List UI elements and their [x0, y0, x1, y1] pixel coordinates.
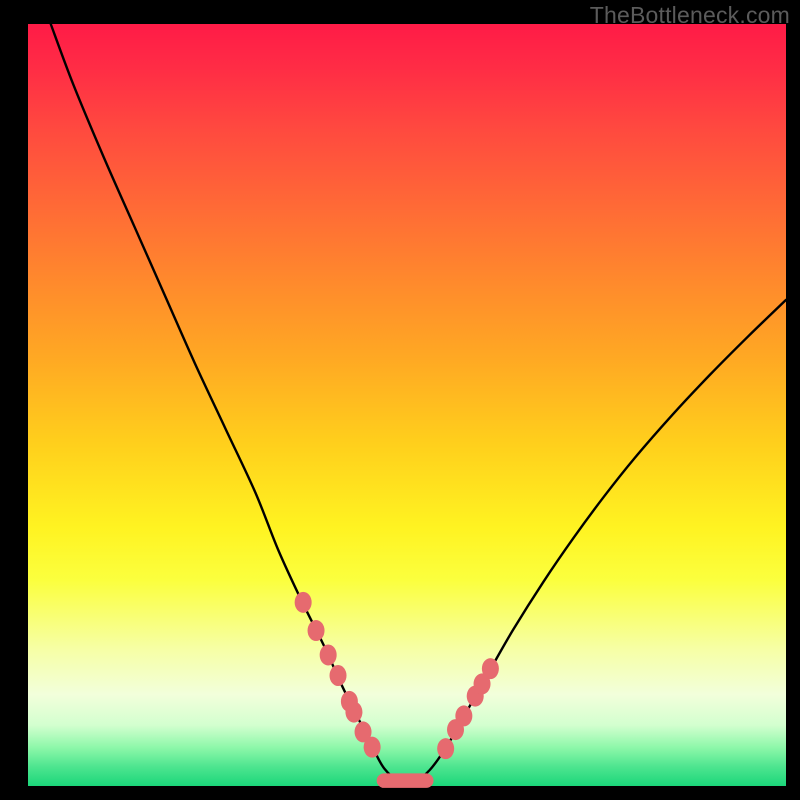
curve-path [51, 24, 786, 783]
marker-dot [437, 738, 454, 759]
outer-black-frame [14, 24, 786, 800]
marker-dot [330, 665, 347, 686]
marker-dot [295, 592, 312, 613]
chart-svg [28, 24, 786, 786]
left-branch-markers [295, 592, 381, 758]
marker-dot [482, 658, 499, 679]
right-branch-markers [437, 658, 499, 759]
marker-dot [364, 737, 381, 758]
marker-dot [455, 705, 472, 726]
bottleneck-curve [51, 24, 786, 783]
marker-dot [345, 702, 362, 723]
marker-dot [308, 620, 325, 641]
trough-bar [377, 773, 434, 787]
trough-bar-rect [377, 773, 434, 787]
plot-area [28, 24, 786, 786]
marker-dot [320, 644, 337, 665]
watermark-text: TheBottleneck.com [590, 2, 790, 29]
